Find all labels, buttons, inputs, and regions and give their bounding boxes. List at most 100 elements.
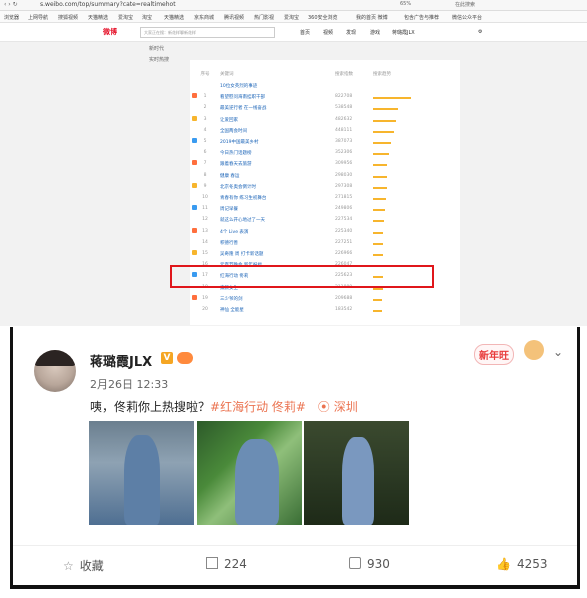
post-time[interactable]: 2月26日 12:33	[90, 376, 168, 392]
bookmark-item[interactable]: 我的首页 微博	[356, 14, 388, 21]
hot-title-link[interactable]: 让爱回家	[220, 117, 238, 123]
hot-list-row[interactable]: 5 2019中国最美乡村 387073	[190, 138, 460, 147]
trend-bar	[373, 97, 411, 100]
gear-icon[interactable]: ⚙	[478, 29, 482, 35]
avatar[interactable]	[34, 350, 76, 392]
chevron-down-icon[interactable]: ⌄	[553, 345, 563, 359]
trend-bar	[373, 310, 382, 312]
hot-list-row[interactable]: 13 4个 Live 表演 225340	[190, 227, 460, 237]
repost-icon	[206, 557, 218, 569]
post-text: 咦，佟莉你上热搜啦？#红海行动 佟莉# ⦿ 深圳	[90, 398, 358, 415]
hot-title-link[interactable]: 青春有你 练习生初舞台	[220, 195, 266, 201]
hot-tag-icon	[192, 115, 197, 121]
bookmark-item[interactable]: 爱淘宝	[284, 14, 299, 21]
hot-list-row[interactable]: 11 周记早餐 249806	[190, 205, 460, 214]
hot-title-link[interactable]: 三少爷的剑	[220, 296, 243, 302]
location-link[interactable]: ⦿ 深圳	[310, 400, 358, 414]
nav-video[interactable]: 视频	[323, 29, 333, 36]
nav-user[interactable]: 蒋璐霞JLX	[392, 29, 415, 36]
left-menu-item[interactable]: 实时热搜	[149, 56, 169, 63]
hot-title-link[interactable]: 就这么开心地过了一天	[220, 217, 265, 223]
bookmark-item[interactable]: 爱淘宝	[118, 14, 133, 21]
nav-buttons-icon[interactable]: ‹ › ↻	[4, 1, 18, 8]
hot-list-row[interactable]: 10位女英烈的事迹	[190, 82, 460, 91]
like-button[interactable]: 👍 4253	[496, 557, 548, 571]
hot-rank: 3	[203, 116, 207, 122]
hot-title-link[interactable]: 神仙 全能星	[220, 307, 244, 313]
hot-list-row[interactable]: 19 三少爷的剑 209688	[190, 294, 460, 304]
bookmark-item[interactable]: 包含广告与推荐	[404, 14, 439, 21]
hot-list-row[interactable]: 7 跟着春天去旅游 309956	[190, 160, 460, 169]
hot-rank: 12	[202, 217, 208, 223]
hot-title-link[interactable]: 全国两会时间	[220, 128, 247, 134]
nav-game[interactable]: 游戏	[370, 29, 380, 36]
hot-search-count: 309956	[335, 161, 353, 167]
post-photo-3[interactable]	[304, 421, 409, 525]
hot-title-link[interactable]: 北京冬奥会倒计时	[220, 184, 256, 190]
hot-title-link[interactable]: 看望慰问海南挂职干部	[220, 94, 265, 100]
hot-title-link[interactable]: 周记早餐	[220, 206, 238, 212]
trend-bar	[373, 254, 383, 256]
repost-button[interactable]: 224	[206, 557, 247, 571]
weibo-logo[interactable]: 微博	[103, 27, 131, 37]
hot-title-link[interactable]: 最美逆行者 在一线奋战	[220, 105, 266, 111]
bookmark-item[interactable]: 天猫精选	[88, 14, 108, 21]
post-photo-2[interactable]	[197, 421, 302, 525]
hot-list-row[interactable]: 9 北京冬奥会倒计时 297308	[190, 182, 460, 192]
comment-button[interactable]: 930	[349, 557, 390, 571]
bookmark-item[interactable]: 上网导航	[28, 14, 48, 21]
trend-bar	[373, 298, 382, 301]
hot-title-link[interactable]: 吴奇隆 周 打卡新话题	[220, 251, 263, 257]
verified-badge-icon: V	[161, 352, 173, 364]
url-text[interactable]: s.weibo.com/top/summary?cate=realtimehot	[40, 1, 176, 8]
nav-discover[interactable]: 发现	[346, 29, 356, 36]
hot-list-row[interactable]: 12 就这么开心地过了一天 227534	[190, 216, 460, 225]
hot-list-row[interactable]: 15 吴奇隆 周 打卡新话题 226966	[190, 250, 460, 259]
hot-list-row[interactable]: 20 神仙 全能星 183542	[190, 306, 460, 315]
bookmark-item[interactable]: 天猫精选	[164, 14, 184, 21]
hot-title-link[interactable]: 积德行善	[220, 240, 238, 246]
favorite-button[interactable]: ☆ 收藏	[63, 557, 104, 574]
hot-list-row[interactable]: 6 今日热门话题榜 352306	[190, 149, 460, 158]
hot-title-link[interactable]: 健康 春运	[220, 173, 239, 179]
hot-title-link[interactable]: 跟着春天去旅游	[220, 161, 252, 167]
post-body: 咦，佟莉你上热搜啦？	[90, 400, 211, 414]
bookmark-item[interactable]: 京东商城	[194, 14, 214, 21]
hot-title-link[interactable]: 2019中国最美乡村	[220, 139, 258, 145]
weibo-search-input[interactable]: 大家正在搜：新花样聊新花样	[140, 27, 275, 38]
hot-list-row[interactable]: 14 积德行善 227251	[190, 239, 460, 248]
hot-list-row[interactable]: 3 让爱回家 482632	[190, 115, 460, 125]
bookmark-item[interactable]: 淘宝	[142, 14, 152, 21]
hot-search-count: 249806	[335, 206, 353, 212]
hot-title-link[interactable]: 今日热门话题榜	[220, 150, 252, 156]
trend-bar	[373, 119, 396, 122]
zoom-level: 65%	[400, 1, 412, 7]
hot-title-link[interactable]: 4个 Live 表演	[220, 229, 248, 235]
bookmark-item[interactable]: 热门影视	[254, 14, 274, 21]
bookmark-item[interactable]: 微信公众平台	[452, 14, 482, 21]
bookmark-item[interactable]: 腾讯视频	[224, 14, 244, 21]
hot-list-row[interactable]: 2 最美逆行者 在一线奋战 538548	[190, 104, 460, 113]
browser-search[interactable]: 在此搜索	[455, 1, 475, 8]
hot-list-row[interactable]: 1 看望慰问海南挂职干部 822708	[190, 93, 460, 102]
hot-title-link[interactable]: 10位女英烈的事迹	[220, 83, 257, 89]
hot-search-count: 538548	[335, 105, 353, 111]
hot-list-row[interactable]: 10 青春有你 练习生初舞台 271815	[190, 194, 460, 203]
hot-list-row[interactable]: 4 全国两会时间 448111	[190, 127, 460, 136]
left-menu-item[interactable]: 新时代	[149, 45, 164, 52]
nav-home[interactable]: 首页	[300, 29, 310, 36]
hot-tag-icon	[192, 205, 197, 211]
bookmark-item[interactable]: 浏览器	[4, 14, 19, 21]
topic-link[interactable]: #红海行动 佟莉#	[210, 400, 306, 414]
hot-search-count: 448111	[335, 127, 353, 133]
hot-list-row[interactable]: 8 健康 春运 298030	[190, 172, 460, 181]
bookmark-item[interactable]: 360安全浏览	[308, 14, 338, 21]
trend-bar	[373, 164, 387, 167]
post-photo-1[interactable]	[89, 421, 194, 525]
header-trend: 搜索趋势	[373, 72, 391, 77]
new-year-sticker: 新年旺	[472, 340, 546, 365]
username[interactable]: 蒋璐霞JLX	[90, 351, 152, 370]
bookmark-item[interactable]: 搜狐视频	[58, 14, 78, 21]
action-bar: ☆ 收藏 224 930 👍 4253	[13, 545, 577, 586]
browser-address-bar[interactable]: ‹ › ↻ s.weibo.com/top/summary?cate=realt…	[0, 0, 587, 11]
